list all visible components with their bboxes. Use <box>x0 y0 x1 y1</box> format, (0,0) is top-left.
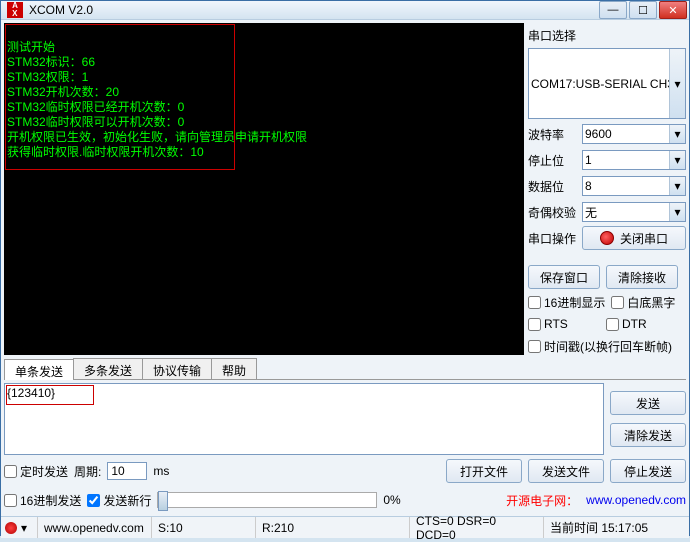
period-input[interactable] <box>107 462 147 480</box>
link-url[interactable]: www.openedv.com <box>586 493 686 507</box>
status-time: 当前时间 15:17:05 <box>543 517 685 538</box>
send-newline-checkbox[interactable]: 发送新行 <box>87 491 151 509</box>
close-port-button[interactable]: 关闭串口 <box>582 226 686 250</box>
status-bar: ▾ www.openedv.com S:10 R:210 CTS=0 DSR=0… <box>1 516 689 538</box>
slider-thumb[interactable] <box>158 491 168 511</box>
port-select-label: 串口选择 <box>528 27 686 44</box>
white-black-checkbox[interactable]: 白底黑字 <box>611 293 675 311</box>
send-tabs: 单条发送 多条发送 协议传输 帮助 <box>4 358 686 380</box>
stop-label: 停止位 <box>528 152 578 169</box>
send-button[interactable]: 发送 <box>610 391 686 415</box>
clear-recv-button[interactable]: 清除接收 <box>606 265 678 289</box>
link-label: 开源电子网： <box>506 492 578 509</box>
stop-send-button[interactable]: 停止发送 <box>610 459 686 483</box>
status-sent: S:10 <box>151 517 251 538</box>
chevron-down-icon: ▾ <box>669 177 685 195</box>
close-button[interactable]: ✕ <box>659 1 687 19</box>
highlight-box-send <box>6 385 94 405</box>
progress-percent: 0% <box>383 493 400 507</box>
timed-send-checkbox[interactable]: 定时发送 <box>4 462 68 480</box>
app-icon: AX <box>7 2 23 18</box>
save-window-button[interactable]: 保存窗口 <box>528 265 600 289</box>
parity-combo[interactable]: 无 ▾ <box>582 202 686 222</box>
window-title: XCOM V2.0 <box>29 3 599 17</box>
chevron-down-icon: ▾ <box>669 125 685 143</box>
port-combo[interactable]: COM17:USB-SERIAL CH34 ▾ <box>528 48 686 119</box>
rts-checkbox[interactable]: RTS <box>528 315 600 333</box>
data-label: 数据位 <box>528 178 578 195</box>
period-unit: ms <box>153 464 169 478</box>
open-file-button[interactable]: 打开文件 <box>446 459 522 483</box>
port-op-label: 串口操作 <box>528 230 578 247</box>
parity-label: 奇偶校验 <box>528 204 578 221</box>
status-record-icon <box>5 522 17 534</box>
hex-display-checkbox[interactable]: 16进制显示 <box>528 293 605 311</box>
baud-combo[interactable]: 9600 ▾ <box>582 124 686 144</box>
clear-send-button[interactable]: 清除发送 <box>610 423 686 447</box>
stop-combo[interactable]: 1 ▾ <box>582 150 686 170</box>
progress-slider[interactable] <box>157 492 377 508</box>
period-label: 周期: <box>74 463 101 480</box>
send-textarea[interactable]: {123410} <box>4 383 604 455</box>
status-recv: R:210 <box>255 517 405 538</box>
send-file-button[interactable]: 发送文件 <box>528 459 604 483</box>
chevron-down-icon: ▾ <box>669 203 685 221</box>
baud-label: 波特率 <box>528 126 578 143</box>
tab-single-send[interactable]: 单条发送 <box>4 359 74 380</box>
tab-multi-send[interactable]: 多条发送 <box>73 358 143 379</box>
maximize-button[interactable]: ☐ <box>629 1 657 19</box>
hex-send-checkbox[interactable]: 16进制发送 <box>4 491 81 509</box>
minimize-button[interactable]: — <box>599 1 627 19</box>
status-signals: CTS=0 DSR=0 DCD=0 <box>409 517 539 538</box>
chevron-down-icon: ▾ <box>669 49 685 118</box>
record-icon <box>600 231 614 245</box>
tab-help[interactable]: 帮助 <box>211 358 257 379</box>
terminal-output: 测试开始 STM32标识：66 STM32权限：1 STM32开机次数：20 S… <box>4 23 524 355</box>
dtr-checkbox[interactable]: DTR <box>606 315 647 333</box>
chevron-down-icon: ▾ <box>669 151 685 169</box>
status-url[interactable]: www.openedv.com <box>37 517 147 538</box>
chevron-down-icon[interactable]: ▾ <box>21 521 33 535</box>
data-combo[interactable]: 8 ▾ <box>582 176 686 196</box>
timestamp-checkbox[interactable]: 时间戳(以换行回车断帧) <box>528 337 686 355</box>
tab-protocol[interactable]: 协议传输 <box>142 358 212 379</box>
